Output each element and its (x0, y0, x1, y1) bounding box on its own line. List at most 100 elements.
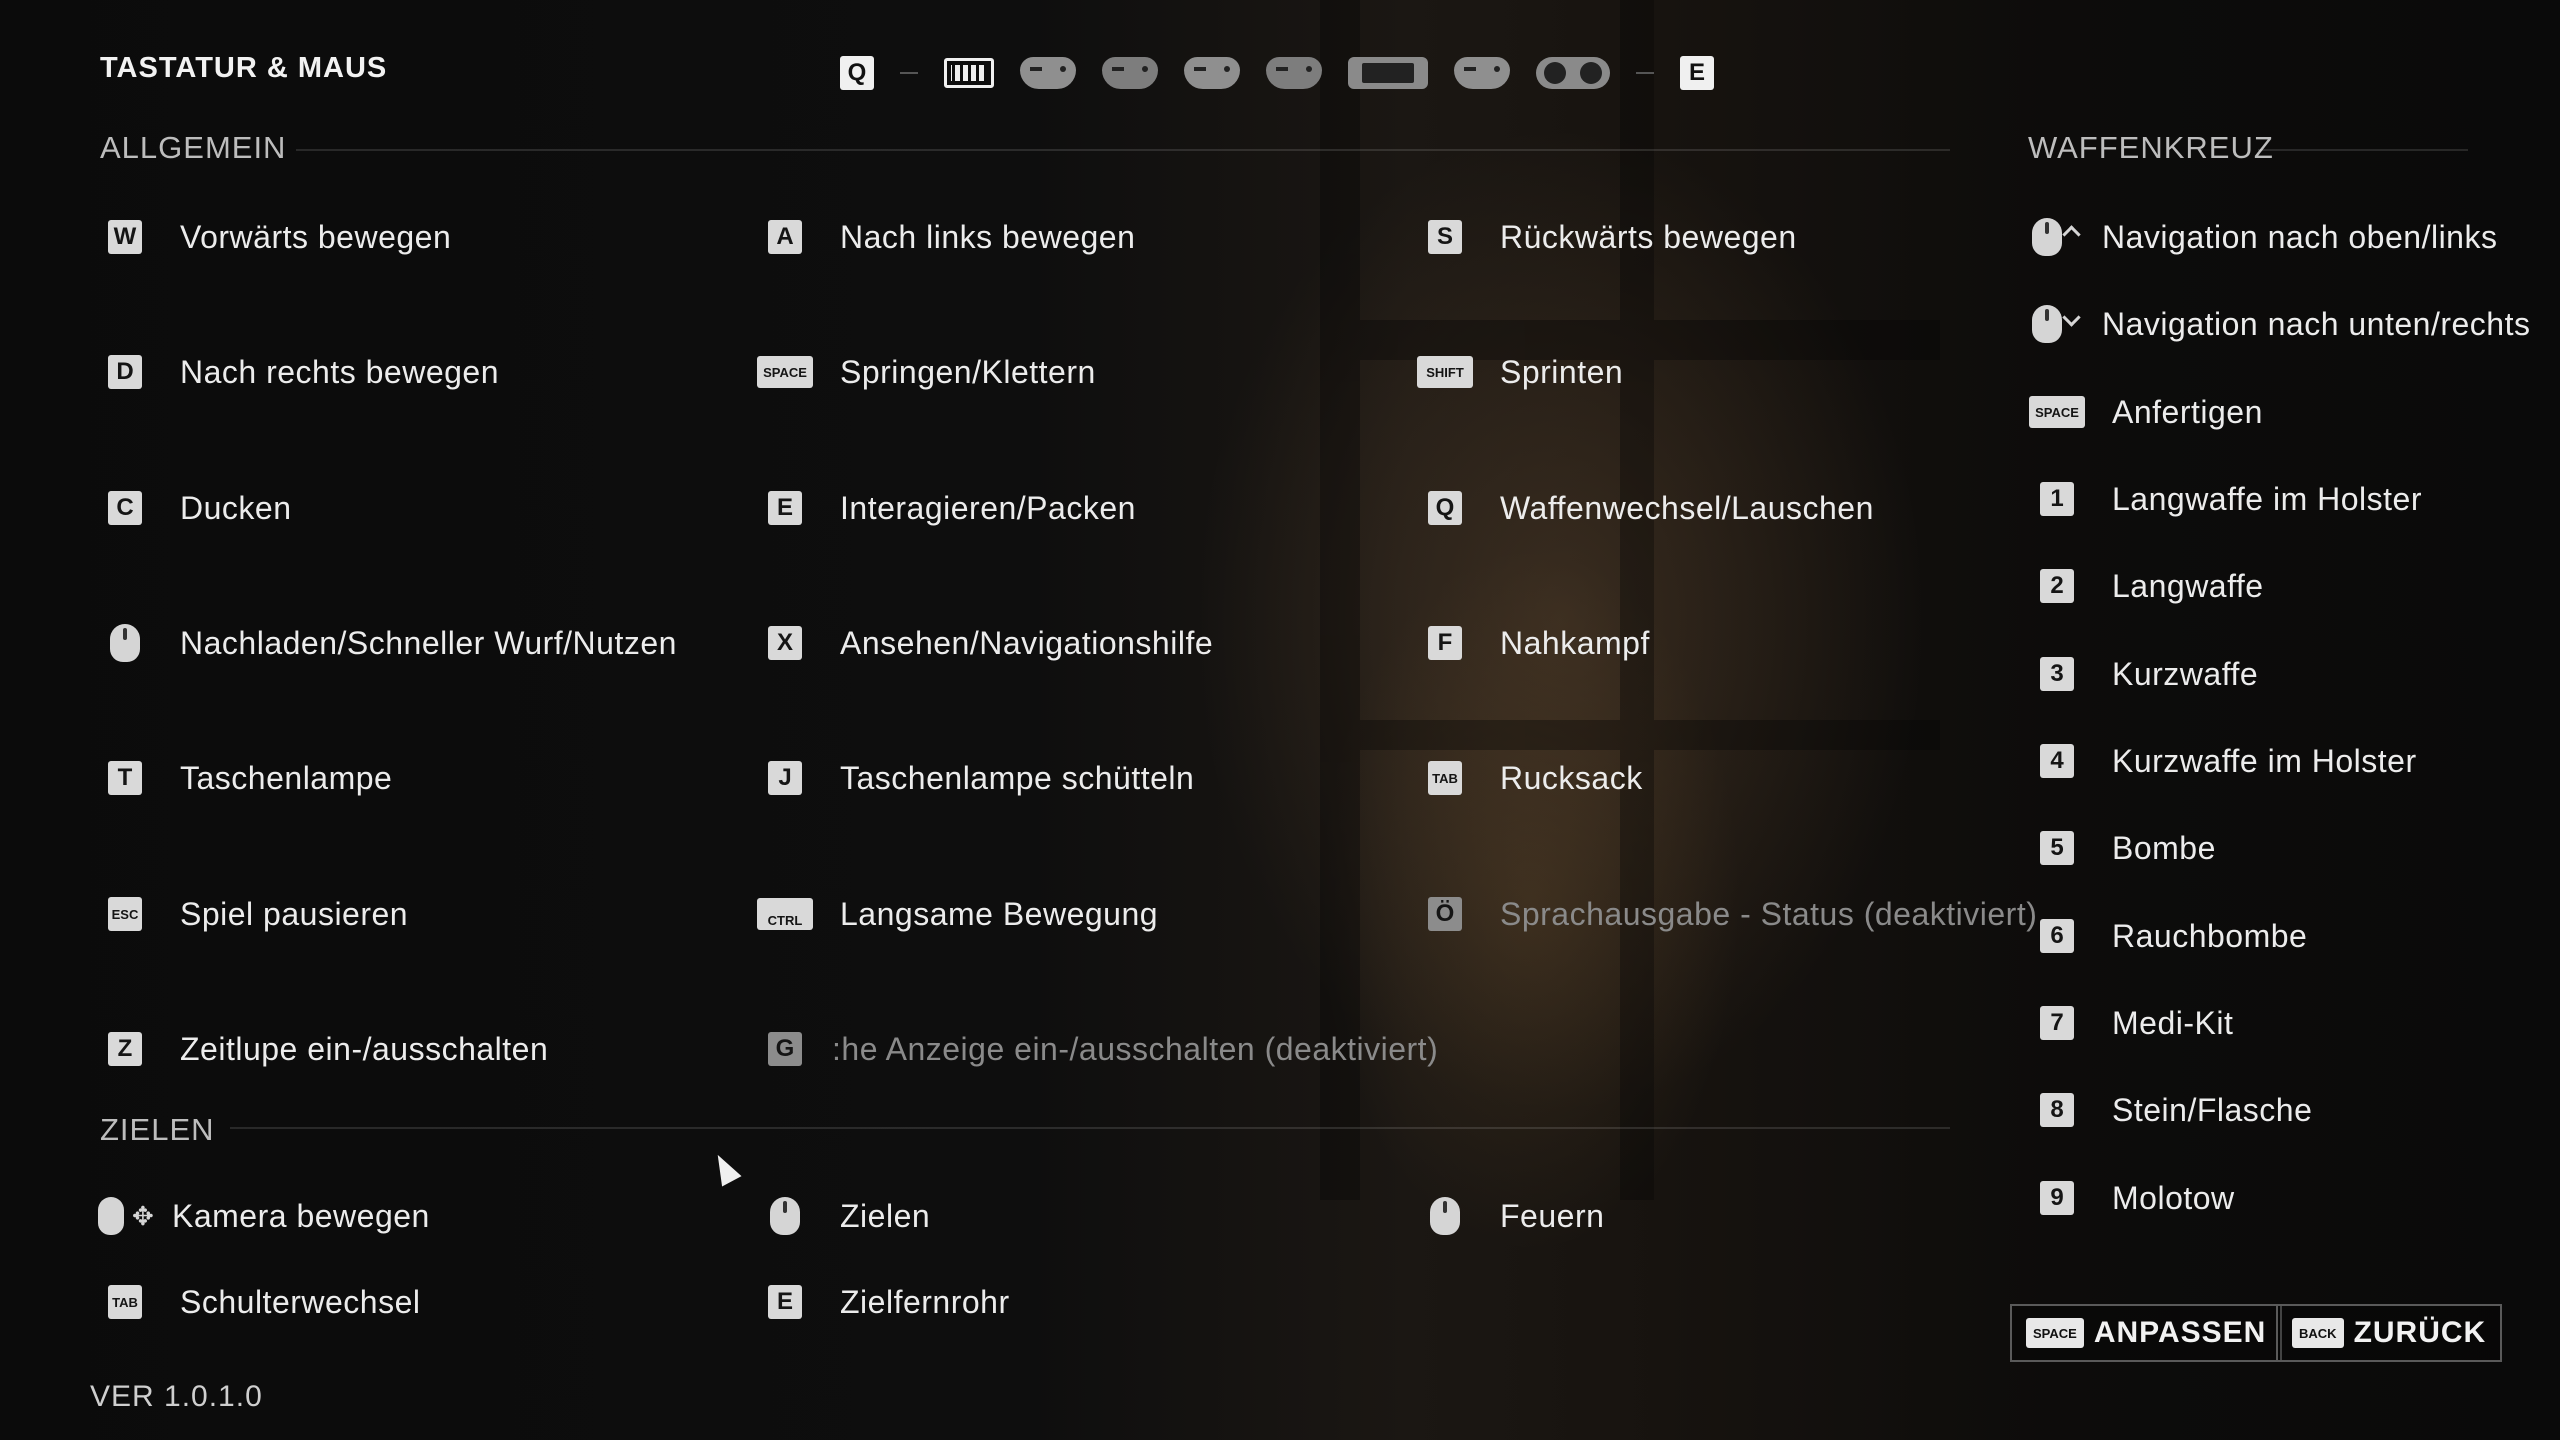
binding-row[interactable]: ESC Spiel pausieren (108, 892, 408, 936)
binding-row[interactable]: A Nach links bewegen (768, 215, 1135, 259)
divider (900, 72, 918, 74)
tab-gamepad-3[interactable] (1184, 50, 1240, 96)
tab-gamepad-4[interactable] (1266, 50, 1322, 96)
key-cap: ESC (108, 897, 142, 931)
binding-label: Nachladen/Schneller Wurf/Nutzen (180, 624, 677, 661)
key-cap: C (108, 491, 142, 525)
binding-row[interactable]: Z Zeitlupe ein-/ausschalten (108, 1027, 548, 1071)
binding-label: Rauchbombe (2112, 917, 2308, 954)
tab-switch[interactable] (1348, 50, 1428, 96)
binding-row[interactable]: 1 Langwaffe im Holster (2040, 477, 2422, 521)
binding-row[interactable]: SHIFT Sprinten (1417, 350, 1623, 394)
binding-label: Zielfernrohr (840, 1283, 1010, 1320)
key-cap: Q (1428, 491, 1462, 525)
binding-row[interactable]: X Ansehen/Navigationshilfe (768, 621, 1213, 665)
binding-row[interactable]: C Ducken (108, 486, 292, 530)
binding-label: Spiel pausieren (180, 895, 409, 932)
right-bumper-key[interactable]: E (1680, 56, 1714, 90)
binding-row[interactable]: 5 Bombe (2040, 826, 2216, 870)
binding-label: Nahkampf (1500, 624, 1650, 661)
binding-row[interactable]: Q Waffenwechsel/Lauschen (1428, 486, 1874, 530)
binding-row[interactable]: F Nahkampf (1428, 621, 1650, 665)
divider (230, 1127, 1950, 1129)
tab-gamepad-5[interactable] (1454, 50, 1510, 96)
binding-row[interactable]: Nachladen/Schneller Wurf/Nutzen (108, 621, 677, 665)
key-cap: SPACE (757, 356, 813, 388)
binding-row[interactable]: Zielen (768, 1194, 930, 1238)
key-cap: 4 (2040, 744, 2074, 778)
binding-row[interactable]: 6 Rauchbombe (2040, 914, 2307, 958)
key-cap: G (768, 1032, 802, 1066)
binding-row[interactable]: 7 Medi-Kit (2040, 1001, 2233, 1045)
binding-label: Nach links bewegen (840, 218, 1136, 255)
divider (1636, 72, 1654, 74)
left-bumper-key[interactable]: Q (840, 56, 874, 90)
page-title: TASTATUR & MAUS (100, 52, 388, 84)
binding-row[interactable]: E Interagieren/Packen (768, 486, 1136, 530)
key-cap: S (1428, 220, 1462, 254)
divider (2258, 149, 2468, 151)
binding-label: Zeitlupe ein-/ausschalten (180, 1030, 549, 1067)
binding-row[interactable]: 3 Kurzwaffe (2040, 652, 2258, 696)
mouse-wheel-down-icon (2032, 305, 2062, 343)
binding-label: :he Anzeige ein-/ausschalten (deaktivier… (832, 1030, 1439, 1067)
binding-row[interactable]: Navigation nach unten/rechts (2030, 302, 2530, 346)
binding-label: Bombe (2112, 829, 2216, 866)
key-cap: E (768, 1285, 802, 1319)
divider (296, 149, 1950, 151)
binding-row[interactable]: 2 Langwaffe (2040, 564, 2264, 608)
binding-row[interactable]: D Nach rechts bewegen (108, 350, 499, 394)
binding-row[interactable]: SPACE Anfertigen (2029, 390, 2263, 434)
key-cap: W (108, 220, 142, 254)
key-cap: SHIFT (1417, 356, 1473, 388)
binding-row[interactable]: TAB Schulterwechsel (108, 1280, 421, 1324)
binding-label: Kamera bewegen (172, 1197, 430, 1234)
binding-row[interactable]: 8 Stein/Flasche (2040, 1088, 2312, 1132)
tab-gamepad-2[interactable] (1102, 50, 1158, 96)
binding-row[interactable]: Feuern (1428, 1194, 1604, 1238)
binding-label: Vorwärts bewegen (180, 218, 452, 255)
binding-label: Feuern (1500, 1197, 1605, 1234)
binding-label: Langwaffe (2112, 567, 2264, 604)
joycon-icon (1536, 57, 1610, 89)
key-cap: Z (108, 1032, 142, 1066)
binding-row[interactable]: J Taschenlampe schütteln (768, 756, 1194, 800)
section-heading-aim: ZIELEN (100, 1112, 215, 1147)
binding-label: Zielen (840, 1197, 931, 1234)
key-cap: X (768, 626, 802, 660)
binding-row[interactable]: E Zielfernrohr (768, 1280, 1010, 1324)
key-cap: SPACE (2029, 396, 2085, 428)
tab-joycon[interactable] (1536, 50, 1610, 96)
key-cap: CTRL (757, 898, 813, 930)
mouse-right-icon (770, 1197, 800, 1235)
binding-row[interactable]: TAB Rucksack (1428, 756, 1643, 800)
binding-label: Navigation nach unten/rechts (2102, 305, 2531, 342)
binding-label: Interagieren/Packen (840, 489, 1136, 526)
binding-row[interactable]: G :he Anzeige ein-/ausschalten (deaktivie… (768, 1027, 1438, 1071)
key-cap: 2 (2040, 569, 2074, 603)
binding-label: Langsame Bewegung (840, 895, 1159, 932)
binding-row[interactable]: S Rückwärts bewegen (1428, 215, 1797, 259)
binding-label: Medi-Kit (2112, 1004, 2234, 1041)
key-cap: 9 (2040, 1181, 2074, 1215)
binding-row[interactable]: CTRL Langsame Bewegung (757, 892, 1159, 936)
binding-label: Ducken (180, 489, 292, 526)
customize-button-label: ANPASSEN (2093, 1316, 2267, 1349)
binding-row[interactable]: W Vorwärts bewegen (108, 215, 451, 259)
back-button[interactable]: BACK ZURÜCK (2276, 1304, 2503, 1362)
binding-row[interactable]: 4 Kurzwaffe im Holster (2040, 739, 2417, 783)
customize-button[interactable]: SPACE ANPASSEN (2010, 1304, 2283, 1362)
binding-label: Taschenlampe schütteln (840, 759, 1195, 796)
binding-row[interactable]: ✥ Kamera bewegen (98, 1194, 430, 1238)
key-cap: E (768, 491, 802, 525)
tab-keyboard[interactable] (944, 50, 994, 96)
binding-row[interactable]: T Taschenlampe (108, 756, 392, 800)
binding-row[interactable]: Navigation nach oben/links (2030, 215, 2497, 259)
binding-row[interactable]: SPACE Springen/Klettern (757, 350, 1096, 394)
key-cap: F (1428, 626, 1462, 660)
binding-row[interactable]: 9 Molotow (2040, 1176, 2235, 1220)
tab-gamepad-1[interactable] (1020, 50, 1076, 96)
binding-label: Molotow (2112, 1179, 2235, 1216)
key-cap: 3 (2040, 657, 2074, 691)
binding-row[interactable]: Ö Sprachausgabe - Status (deaktiviert) (1428, 892, 2037, 936)
